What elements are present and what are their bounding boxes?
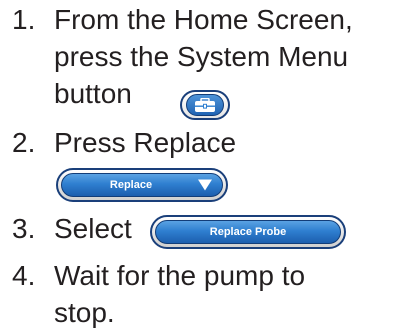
step-text-line: button [54,78,132,109]
step-text-line: Press Replace [54,127,237,158]
step-number: 4. [12,260,36,291]
replace-dropdown-face: Replace [61,173,223,197]
step-number: 3. [12,213,36,244]
replace-probe-label: Replace Probe [209,226,287,238]
replace-dropdown-label: Replace [109,179,153,191]
step-text-line: stop. [54,297,115,328]
replace-probe-face: Replace Probe [155,220,341,244]
step-number: 1. [12,4,36,35]
step-text-line: Wait for the pump to [54,260,306,291]
step-number: 2. [12,127,36,158]
replace-dropdown-button[interactable]: Replace [56,168,228,202]
replace-probe-button[interactable]: Replace Probe [150,215,346,249]
system-menu-button-face [186,94,224,116]
step-text-line: From the Home Screen, [54,4,353,35]
system-menu-button[interactable] [180,90,230,120]
step-text-line: Select [54,213,132,244]
toolbox-icon [195,97,215,112]
step-text-line: press the System Menu [54,41,349,72]
chevron-down-icon [198,179,212,191]
